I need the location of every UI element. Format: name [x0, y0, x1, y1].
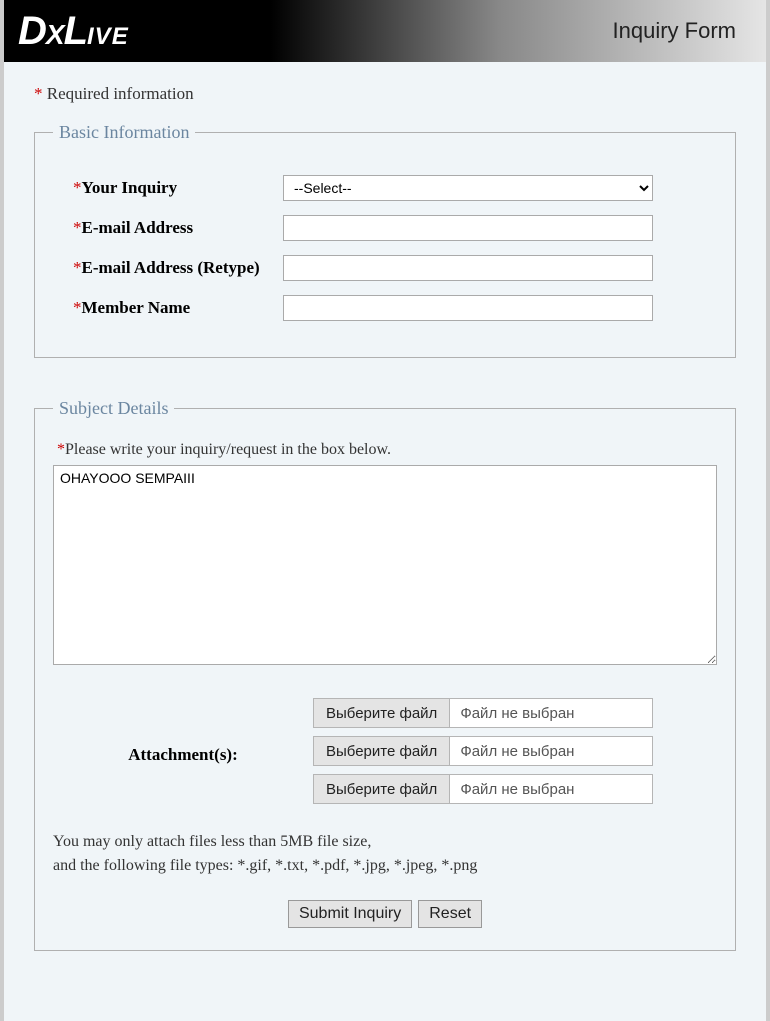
row-email-retype: *E-mail Address (Retype) — [53, 255, 717, 281]
subject-note: *Please write your inquiry/request in th… — [57, 441, 717, 459]
reset-button[interactable]: Reset — [418, 900, 482, 928]
email-field[interactable] — [283, 215, 653, 241]
row-member: *Member Name — [53, 295, 717, 321]
email-retype-field[interactable] — [283, 255, 653, 281]
subject-details-legend: Subject Details — [53, 398, 174, 419]
member-name-field[interactable] — [283, 295, 653, 321]
file-choose-button-3[interactable]: Выберите файл — [314, 775, 450, 803]
required-note: * Required information — [34, 84, 736, 104]
subject-details-fieldset: Subject Details *Please write your inqui… — [34, 398, 736, 951]
row-inquiry: *Your Inquiry --Select-- — [53, 175, 717, 201]
row-email: *E-mail Address — [53, 215, 717, 241]
file-restrictions-note: You may only attach files less than 5MB … — [53, 830, 717, 878]
header-bar: DXLIVE Inquiry Form — [0, 0, 770, 62]
basic-info-legend: Basic Information — [53, 122, 195, 143]
inquiry-select[interactable]: --Select-- — [283, 175, 653, 201]
label-email-retype: *E-mail Address (Retype) — [53, 258, 283, 278]
page-title: Inquiry Form — [613, 18, 736, 44]
attachment-label: Attachment(s): — [53, 698, 313, 812]
basic-info-fieldset: Basic Information *Your Inquiry --Select… — [34, 122, 736, 358]
submit-button[interactable]: Submit Inquiry — [288, 900, 412, 928]
file-input-3: Выберите файл Файл не выбран — [313, 774, 653, 804]
label-inquiry: *Your Inquiry — [53, 178, 283, 198]
label-email: *E-mail Address — [53, 218, 283, 238]
logo: DXLIVE — [18, 9, 129, 54]
file-input-2: Выберите файл Файл не выбран — [313, 736, 653, 766]
attachment-section: Attachment(s): Выберите файл Файл не выб… — [53, 698, 717, 812]
inquiry-textarea[interactable] — [53, 465, 717, 665]
button-row: Submit Inquiry Reset — [53, 900, 717, 928]
file-status-2: Файл не выбран — [450, 737, 584, 765]
page-body: * Required information Basic Information… — [0, 62, 770, 1021]
file-status-1: Файл не выбран — [450, 699, 584, 727]
file-input-1: Выберите файл Файл не выбран — [313, 698, 653, 728]
file-choose-button-1[interactable]: Выберите файл — [314, 699, 450, 727]
file-choose-button-2[interactable]: Выберите файл — [314, 737, 450, 765]
label-member: *Member Name — [53, 298, 283, 318]
file-status-3: Файл не выбран — [450, 775, 584, 803]
